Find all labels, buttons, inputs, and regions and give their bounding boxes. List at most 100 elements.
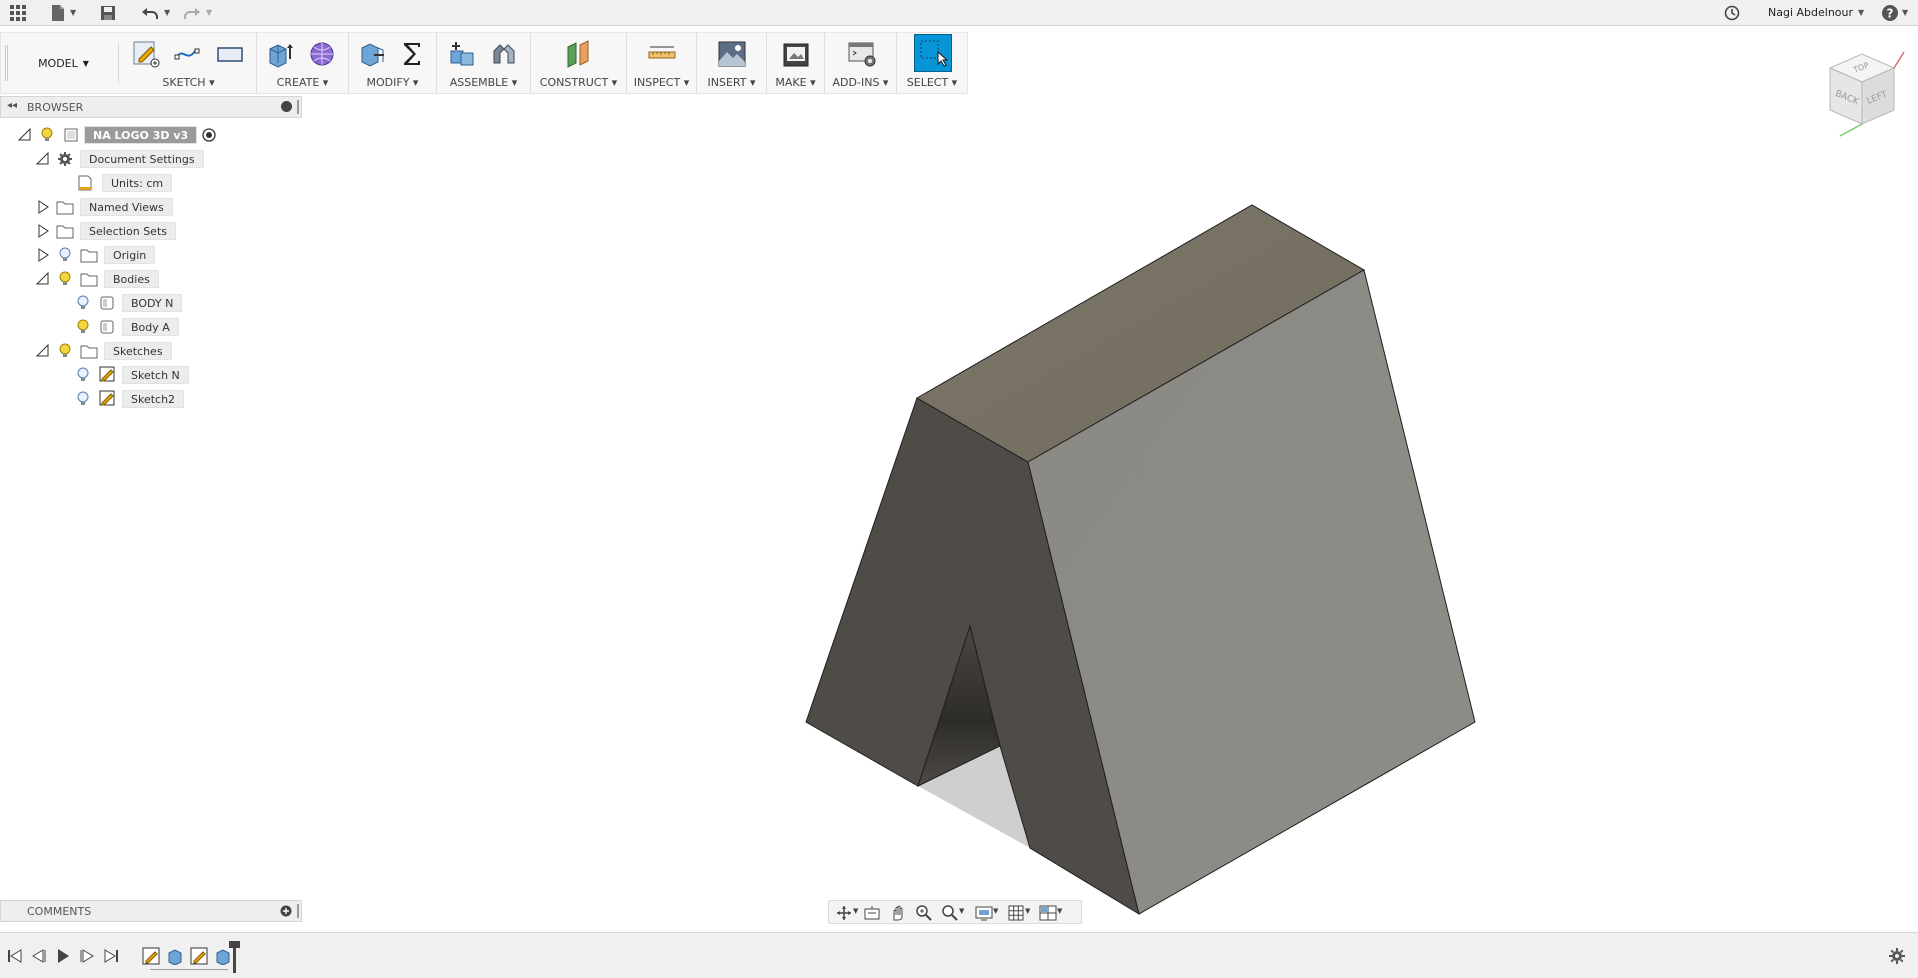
- visibility-bulb-on-icon[interactable]: [40, 127, 54, 143]
- orbit-caret-icon[interactable]: ▼: [853, 907, 858, 915]
- tree-row-bodies[interactable]: Bodies: [36, 269, 159, 289]
- fit-zoom-icon[interactable]: [941, 904, 959, 922]
- create-group[interactable]: CREATE ▾: [257, 33, 349, 93]
- visibility-bulb-on-icon[interactable]: [58, 343, 72, 359]
- press-pull-icon[interactable]: [355, 37, 389, 71]
- make-group[interactable]: MAKE ▾: [767, 33, 825, 93]
- origin-label[interactable]: Origin: [104, 246, 156, 264]
- timeline-last-icon[interactable]: [102, 947, 120, 965]
- redo-caret-icon[interactable]: ▼: [206, 8, 212, 17]
- root-component-label[interactable]: NA LOGO 3D v3: [84, 126, 198, 144]
- inspect-group-label[interactable]: INSPECT ▾: [627, 76, 696, 89]
- tree-row-units[interactable]: Units: cm: [76, 173, 173, 193]
- comments-resize-handle[interactable]: [297, 904, 299, 918]
- create-sketch-icon[interactable]: [129, 37, 163, 71]
- viewports-caret-icon[interactable]: ▼: [1057, 907, 1062, 915]
- orbit-icon[interactable]: [835, 904, 853, 922]
- file-menu-icon[interactable]: [48, 3, 68, 23]
- named-views-label[interactable]: Named Views: [80, 198, 173, 216]
- browser-pin-icon[interactable]: [281, 101, 292, 112]
- file-menu-caret-icon[interactable]: ▼: [70, 8, 76, 17]
- insert-canvas-icon[interactable]: [715, 37, 749, 71]
- sketches-label[interactable]: Sketches: [104, 342, 172, 360]
- new-component-icon[interactable]: [445, 37, 479, 71]
- parameters-sigma-icon[interactable]: [395, 37, 429, 71]
- look-at-icon[interactable]: [863, 904, 881, 922]
- add-ins-group-label[interactable]: ADD-INS ▾: [825, 76, 896, 89]
- pan-hand-icon[interactable]: [889, 904, 907, 922]
- collapsed-arrow-icon[interactable]: [36, 248, 50, 262]
- sketch-n-label[interactable]: Sketch N: [122, 366, 189, 384]
- undo-icon[interactable]: [140, 3, 160, 23]
- tree-row-selection-sets[interactable]: Selection Sets: [36, 221, 176, 241]
- tree-row-sketch-n[interactable]: Sketch N: [76, 365, 189, 385]
- bodies-label[interactable]: Bodies: [104, 270, 159, 288]
- add-comment-icon[interactable]: [280, 905, 292, 917]
- timeline-previous-icon[interactable]: [30, 947, 48, 965]
- body-n-label[interactable]: BODY N: [122, 294, 183, 312]
- browser-resize-handle[interactable]: [297, 100, 299, 114]
- viewcube[interactable]: TOP BACK LEFT: [1812, 46, 1912, 146]
- save-icon[interactable]: [98, 3, 118, 23]
- display-caret-icon[interactable]: ▼: [993, 907, 998, 915]
- zoom-icon[interactable]: [915, 904, 933, 922]
- selection-sets-label[interactable]: Selection Sets: [80, 222, 176, 240]
- units-label[interactable]: Units: cm: [102, 174, 173, 192]
- visibility-bulb-off-icon[interactable]: [76, 367, 90, 383]
- visibility-bulb-on-icon[interactable]: [76, 319, 90, 335]
- help-caret-icon[interactable]: ▼: [1902, 8, 1908, 17]
- collapsed-arrow-icon[interactable]: [36, 200, 50, 214]
- user-menu-caret-icon[interactable]: ▼: [1858, 8, 1864, 17]
- user-account-menu[interactable]: Nagi Abdelnour: [1768, 6, 1853, 19]
- spline-icon[interactable]: [171, 37, 205, 71]
- rectangle-sketch-icon[interactable]: [213, 37, 247, 71]
- body-a-label[interactable]: Body A: [122, 318, 179, 336]
- document-settings-label[interactable]: Document Settings: [80, 150, 204, 168]
- timeline-settings-gear-icon[interactable]: [1888, 947, 1906, 965]
- timeline-marker-handle[interactable]: [229, 941, 240, 948]
- modify-group[interactable]: MODIFY ▾: [349, 33, 437, 93]
- select-group[interactable]: SELECT ▾: [897, 33, 967, 93]
- tree-row-sketches[interactable]: Sketches: [36, 341, 172, 361]
- timeline-extrude-feature-icon-2[interactable]: [214, 947, 232, 965]
- visibility-bulb-on-icon[interactable]: [58, 271, 72, 287]
- grid-caret-icon[interactable]: ▼: [1025, 907, 1030, 915]
- sketch-group[interactable]: SKETCH ▾: [121, 33, 257, 93]
- create-group-label[interactable]: CREATE ▾: [257, 76, 348, 89]
- tree-row-body-a[interactable]: Body A: [76, 317, 179, 337]
- tree-row-document-settings[interactable]: Document Settings: [36, 149, 204, 169]
- tree-root-row[interactable]: NA LOGO 3D v3: [18, 125, 217, 145]
- timeline-first-icon[interactable]: [6, 947, 24, 965]
- insert-group-label[interactable]: INSERT ▾: [697, 76, 766, 89]
- tree-row-origin[interactable]: Origin: [36, 245, 156, 265]
- timeline-sketch-feature-icon[interactable]: [142, 947, 160, 965]
- make-group-label[interactable]: MAKE ▾: [767, 76, 824, 89]
- display-settings-icon[interactable]: [975, 904, 993, 922]
- app-grid-icon[interactable]: [8, 3, 28, 23]
- zoom-caret-icon[interactable]: ▼: [959, 907, 964, 915]
- activate-component-radio-icon[interactable]: [201, 127, 217, 143]
- expanded-arrow-icon[interactable]: [36, 152, 50, 166]
- modify-group-label[interactable]: MODIFY ▾: [349, 76, 436, 89]
- job-status-clock-icon[interactable]: [1722, 3, 1742, 23]
- assemble-group-label[interactable]: ASSEMBLE ▾: [437, 76, 530, 89]
- sketch2-label[interactable]: Sketch2: [122, 390, 185, 408]
- insert-group[interactable]: INSERT ▾: [697, 33, 767, 93]
- viewports-icon[interactable]: [1039, 904, 1057, 922]
- visibility-bulb-off-icon[interactable]: [76, 391, 90, 407]
- select-tool-icon[interactable]: [914, 34, 952, 72]
- collapsed-arrow-icon[interactable]: [36, 224, 50, 238]
- offset-plane-icon[interactable]: [562, 37, 596, 71]
- timeline-next-icon[interactable]: [78, 947, 96, 965]
- inspect-group[interactable]: INSPECT ▾: [627, 33, 697, 93]
- assemble-group[interactable]: ASSEMBLE ▾: [437, 33, 531, 93]
- form-icon[interactable]: [305, 37, 339, 71]
- visibility-bulb-off-icon[interactable]: [76, 295, 90, 311]
- collapse-browser-icon[interactable]: ◂◂: [7, 100, 17, 111]
- tree-row-sketch2[interactable]: Sketch2: [76, 389, 185, 409]
- extrude-icon[interactable]: [263, 37, 297, 71]
- timeline-play-icon[interactable]: [54, 947, 72, 965]
- construct-group[interactable]: CONSTRUCT ▾: [531, 33, 627, 93]
- visibility-bulb-off-icon[interactable]: [58, 247, 72, 263]
- undo-caret-icon[interactable]: ▼: [164, 8, 170, 17]
